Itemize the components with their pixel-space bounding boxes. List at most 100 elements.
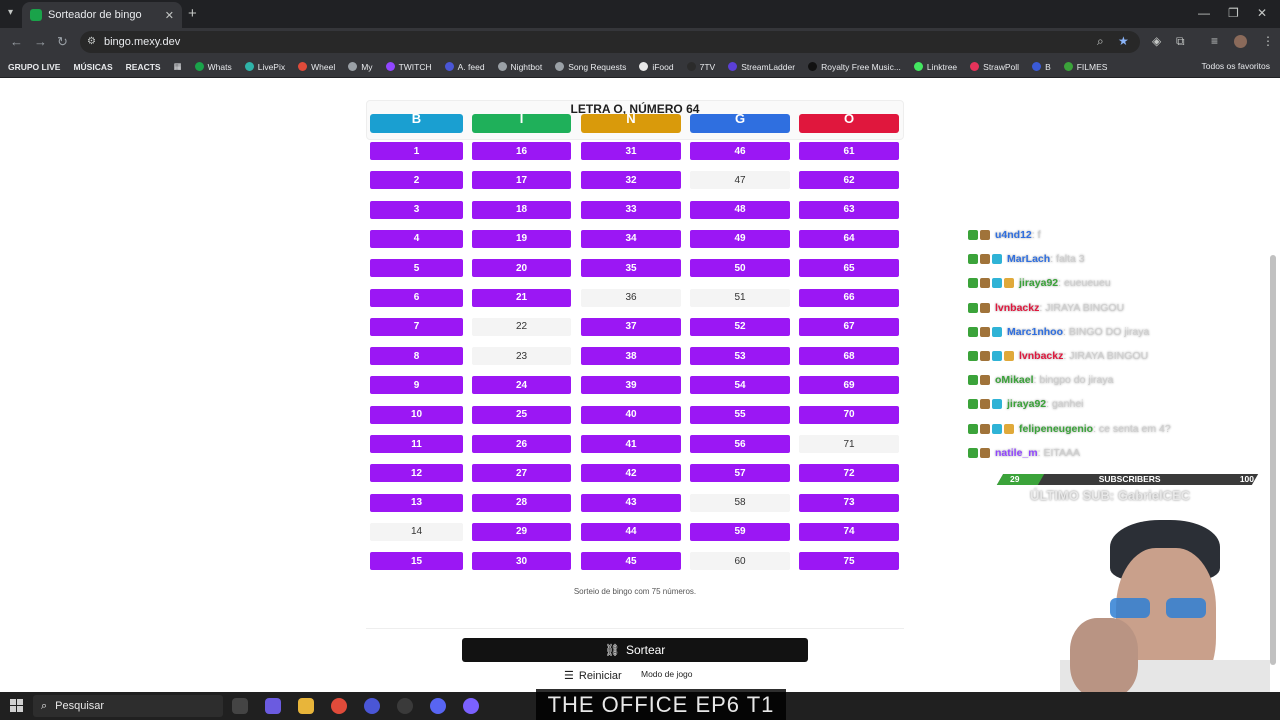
bookmark-item[interactable]: FILMES	[1063, 62, 1107, 72]
windows-start-icon[interactable]	[10, 699, 23, 712]
bookmark-item[interactable]: A. feed	[444, 62, 485, 72]
webcam-glasses	[1110, 598, 1210, 618]
draw-button[interactable]: ⛓ Sortear	[462, 638, 808, 662]
close-window-icon[interactable]: ✕	[1257, 6, 1267, 20]
bookmark-item[interactable]: Linktree	[913, 62, 957, 72]
profile-avatar[interactable]	[1234, 35, 1247, 48]
chat-badge-icon	[992, 423, 1002, 434]
search-icon: ⌕	[41, 699, 48, 712]
bookmark-item[interactable]: MÚSICAS	[73, 62, 112, 72]
bingo-column-i: I 16 17 18 19 20 21 22 23 24 25 26 27 28 29 30	[472, 114, 571, 574]
reset-button[interactable]: ☰ Reiniciar	[564, 669, 622, 683]
bookmark-star-icon[interactable]: ★	[1118, 34, 1129, 48]
bingo-number-cell: 9	[370, 376, 463, 395]
bingo-number-cell: 16	[472, 142, 571, 160]
bookmark-item[interactable]: 7TV	[686, 62, 715, 72]
bingo-number-cell: 18	[472, 200, 571, 219]
chat-badge-icon	[980, 399, 990, 410]
menu-kebab-icon[interactable]: ⋮	[1262, 34, 1274, 48]
bookmark-label: StreamLadder	[741, 61, 796, 72]
bookmark-item[interactable]: StreamLadder	[728, 62, 795, 72]
bookmark-label: My	[361, 61, 373, 72]
taskbar-search-placeholder: Pesquisar	[55, 700, 105, 712]
chat-text: : bingpo do jiraya	[1033, 374, 1114, 387]
bookmark-item[interactable]: My	[348, 61, 373, 72]
tab-bingo[interactable]: Sorteador de bingo ✕	[22, 2, 182, 28]
game-mode-select[interactable]: Modo de jogo	[641, 669, 707, 684]
bookmark-item[interactable]: Nightbot	[497, 61, 543, 72]
discord-icon[interactable]	[430, 698, 446, 714]
minimize-icon[interactable]: —	[1198, 6, 1210, 20]
bingo-number-cell: 54	[690, 376, 790, 395]
tab-close-icon[interactable]: ✕	[165, 9, 174, 22]
sub-goal-title: SUBSCRIBERS	[1098, 474, 1161, 484]
bookmark-item[interactable]: LivePix	[244, 61, 286, 72]
bingo-number-cell: 50	[690, 259, 790, 278]
bookmark-item[interactable]: B	[1032, 62, 1051, 72]
page-scrollbar[interactable]	[1270, 255, 1276, 665]
bookmark-label: GRUPO LIVE	[8, 61, 61, 72]
bingo-number-cell: 24	[472, 376, 571, 395]
file-explorer-icon[interactable]	[298, 698, 314, 714]
url-field[interactable]: ⚙ bingo.mexy.dev	[80, 31, 1140, 53]
tab-search-icon[interactable]: ▾	[8, 7, 13, 18]
obs-icon[interactable]	[397, 698, 413, 714]
bingo-number-cell: 15	[370, 552, 463, 571]
reload-icon[interactable]: ↻	[57, 34, 68, 50]
webcam-hand	[1070, 618, 1138, 692]
bookmark-item[interactable]: Wheel	[298, 62, 335, 72]
back-icon[interactable]: ←	[10, 34, 23, 49]
taskbar-search[interactable]: ⌕ Pesquisar	[33, 695, 223, 717]
bingo-column-n: N 31 32 33 34 35 36 37 38 39 40 41 42 43 44 45	[581, 114, 681, 574]
all-bookmarks[interactable]: Todos os favoritos	[1201, 61, 1270, 71]
bookmark-favicon-icon	[555, 62, 565, 71]
bookmark-item[interactable]: REACTS	[126, 62, 161, 72]
bookmark-item[interactable]: Song Requests	[555, 62, 626, 72]
site-info-icon[interactable]: ⚙	[87, 36, 96, 47]
reset-button-label: Reiniciar	[578, 669, 622, 682]
bookmark-item[interactable]: iFood	[639, 61, 674, 72]
bingo-number-cell: 61	[799, 142, 899, 160]
bookmark-favicon-icon	[444, 62, 454, 71]
chat-badge-icon	[968, 447, 978, 458]
bingo-number-cell: 43	[581, 493, 681, 512]
bookmark-favicon-icon	[728, 62, 738, 71]
last-subscriber: ÚLTIMO SUB: GabrielCEC	[1030, 488, 1191, 503]
chat-text: : ganhei	[1046, 398, 1084, 411]
bookmark-label: LivePix	[257, 61, 286, 72]
chat-text: : ce senta em 4?	[1093, 422, 1171, 435]
extension-icon[interactable]: ◈	[1152, 34, 1161, 48]
bingo-number-cell: 33	[581, 200, 681, 219]
bookmark-item[interactable]: GRUPO LIVE	[8, 62, 60, 72]
bookmark-label: Nightbot	[510, 61, 543, 72]
new-tab-icon[interactable]: +	[188, 5, 197, 22]
chat-badge-icon	[968, 351, 978, 361]
chrome-icon[interactable]	[331, 698, 347, 714]
restore-icon[interactable]: ❐	[1228, 6, 1239, 20]
bookmark-favicon-icon	[686, 62, 696, 71]
bookmark-item[interactable]: StrawPoll	[970, 62, 1019, 72]
bookmark-label: iFood	[652, 61, 674, 72]
app-icon-1[interactable]	[364, 698, 380, 714]
task-view-icon[interactable]	[232, 698, 248, 714]
bingo-number-cell: 11	[370, 435, 463, 453]
apps-grid-icon[interactable]: ▦	[174, 61, 182, 72]
bingo-number-cell: 48	[690, 200, 790, 219]
bingo-number-cell: 75	[799, 552, 899, 571]
app-icon-2[interactable]	[463, 698, 479, 714]
zoom-icon[interactable]: ⌕	[1097, 34, 1104, 49]
bookmark-item[interactable]: TWITCH	[385, 62, 432, 72]
bingo-number-cell: 70	[799, 405, 899, 424]
extensions-puzzle-icon[interactable]: ⧉	[1176, 34, 1185, 49]
bookmark-item[interactable]: Whats	[194, 62, 232, 72]
bookmark-item[interactable]: Royalty Free Music...	[808, 62, 901, 72]
chat-username: Marc1nhoo	[1007, 325, 1064, 338]
bingo-number-cell: 53	[690, 347, 790, 366]
ad-divider	[366, 628, 904, 638]
chat-message: felipeneugenio: ce senta em 4?	[968, 422, 1171, 436]
media-icon[interactable]: ≡	[1211, 34, 1218, 48]
chat-message: lvnbackz: JIRAYA BINGOU	[968, 301, 1124, 315]
copilot-icon[interactable]	[265, 698, 281, 714]
forward-icon[interactable]: →	[34, 34, 47, 49]
bookmark-label: Song Requests	[568, 61, 627, 72]
